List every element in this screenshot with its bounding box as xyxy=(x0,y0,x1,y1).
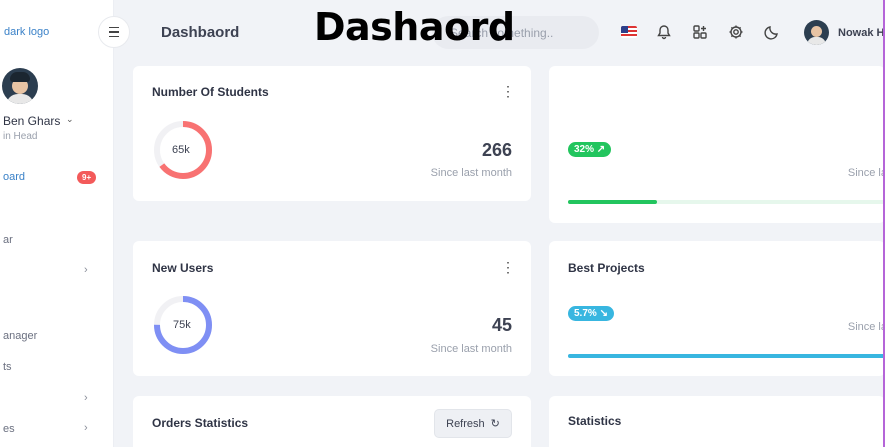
chevron-down-icon[interactable]: ⌄ xyxy=(66,114,74,125)
notification-badge: 9+ xyxy=(77,171,97,184)
moon-icon[interactable] xyxy=(764,24,780,40)
chevron-right-icon[interactable]: › xyxy=(84,422,88,434)
growth-card: 32% ↗ Since la xyxy=(549,66,885,223)
header-user-name[interactable]: Nowak H xyxy=(838,27,884,39)
statistics-card: Statistics xyxy=(549,396,885,447)
new-users-value: 45 xyxy=(491,315,512,335)
overlay-title: Dashaord xyxy=(314,5,515,49)
students-card: Number Of Students ⋮ 65k 266 Since last … xyxy=(133,66,531,201)
sidebar-item-ts[interactable]: ts xyxy=(3,361,12,373)
bell-icon[interactable] xyxy=(656,24,672,40)
students-value: 266 xyxy=(481,140,512,160)
sidebar-user-role: in Head xyxy=(3,131,38,142)
donut-label: 75k xyxy=(173,319,191,331)
card-title: Best Projects xyxy=(568,261,645,275)
since-label: Since last month xyxy=(430,343,512,355)
sidebar-item-es[interactable]: es xyxy=(3,423,15,435)
card-title: Statistics xyxy=(568,414,622,428)
percent-badge: 32% ↗ xyxy=(568,142,612,157)
sidebar-user-name[interactable]: Ben Ghars xyxy=(3,114,60,128)
card-title: Orders Statistics xyxy=(152,416,249,430)
menu-icon xyxy=(109,26,119,29)
progress-track xyxy=(568,200,885,204)
refresh-button[interactable]: Refresh ↻ xyxy=(434,409,512,438)
since-label: Since la xyxy=(847,167,885,179)
sidebar-item-dashboard[interactable]: oard xyxy=(3,171,25,183)
chevron-right-icon[interactable]: › xyxy=(84,392,88,404)
gear-icon[interactable] xyxy=(728,24,744,40)
progress-fill xyxy=(568,354,885,358)
card-title: Number Of Students xyxy=(152,85,269,99)
chevron-right-icon[interactable]: › xyxy=(84,264,88,276)
user-avatar[interactable] xyxy=(804,20,829,45)
trend-down-icon: ↘ xyxy=(599,308,608,319)
sidebar-item-manager[interactable]: anager xyxy=(3,330,37,342)
new-users-card: New Users ⋮ 75k 45 Since last month xyxy=(133,241,531,376)
refresh-icon: ↻ xyxy=(490,418,500,430)
logo[interactable]: dark logo xyxy=(4,26,49,38)
refresh-label: Refresh xyxy=(446,417,485,430)
page-title: Dashbaord xyxy=(161,24,240,41)
us-flag-icon[interactable] xyxy=(621,26,637,38)
percent-badge: 5.7% ↘ xyxy=(568,306,614,321)
apps-icon[interactable] xyxy=(692,24,708,40)
since-label: Since la xyxy=(847,321,885,333)
sidebar-item-calendar[interactable]: ar xyxy=(3,234,13,246)
menu-toggle-button[interactable] xyxy=(98,16,130,48)
best-projects-card: Best Projects 5.7% ↘ Since la xyxy=(549,241,885,376)
avatar[interactable] xyxy=(2,68,38,104)
trend-up-icon: ↗ xyxy=(596,144,606,155)
card-title: New Users xyxy=(152,261,214,275)
since-label: Since last month xyxy=(430,167,512,179)
more-options-icon[interactable]: ⋮ xyxy=(501,260,515,274)
sidebar: dark logo Ben Ghars ⌄ in Head oard 9+ ar… xyxy=(0,0,114,447)
progress-track xyxy=(568,354,885,358)
orders-card: Orders Statistics Refresh ↻ xyxy=(133,396,531,447)
more-options-icon[interactable]: ⋮ xyxy=(501,84,515,98)
progress-fill xyxy=(568,200,657,204)
donut-label: 65k xyxy=(172,144,190,156)
